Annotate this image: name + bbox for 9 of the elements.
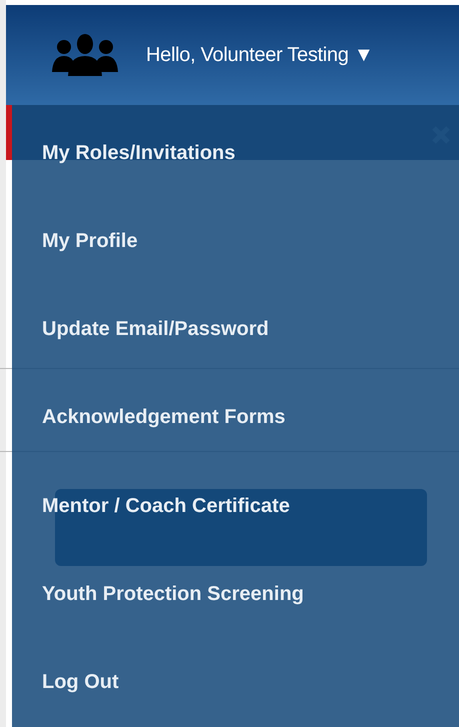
menu-item[interactable]: My Roles/Invitations [12,109,459,198]
menu-item[interactable]: Mentor / Coach Certificate [12,462,459,550]
menu-item[interactable]: My Profile [12,197,459,286]
menu-item[interactable]: Update Email/Password [12,286,459,374]
menu-item[interactable]: Log Out [12,638,459,727]
menu-item[interactable]: Acknowledgement Forms [12,374,459,462]
menu-item[interactable]: Youth Protection Screening [12,550,459,639]
users-icon [52,34,118,76]
user-menu-toggle[interactable]: Hello, Volunteer Testing ▼ [146,44,374,66]
